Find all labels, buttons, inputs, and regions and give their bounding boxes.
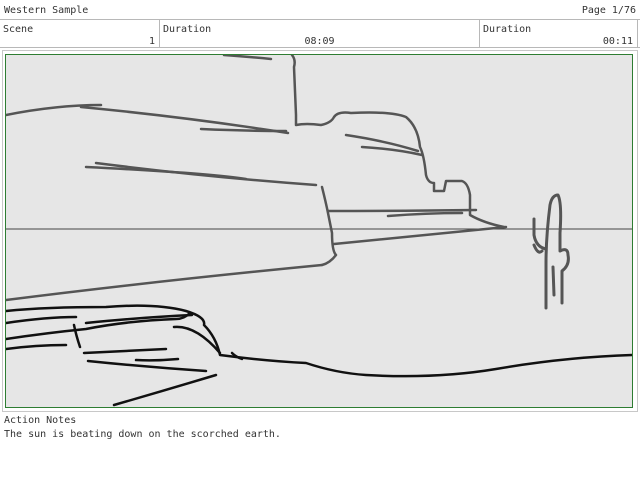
page-indicator: Page 1/76 (582, 5, 636, 16)
foreground-sketch (6, 304, 632, 407)
action-notes-label: Action Notes (4, 415, 77, 426)
storyboard-panel[interactable] (5, 54, 633, 408)
scene-cell: Scene 1 (0, 20, 160, 48)
panel-duration-cell: Duration 00:11 (480, 20, 638, 48)
action-notes-text[interactable]: The sun is beating down on the scorched … (4, 428, 281, 442)
project-title: Western Sample (4, 5, 89, 16)
duration-label: Duration (163, 24, 212, 35)
header-bar: Western Sample Page 1/76 (0, 0, 640, 20)
panel-meta-row: Scene 1 Duration 08:09 Duration 00:11 (0, 19, 640, 48)
action-notes: Action Notes The sun is beating down on … (4, 414, 281, 442)
panel-duration-value[interactable]: 00:11 (603, 36, 633, 47)
mesa-sketch (6, 55, 508, 302)
duration-value[interactable]: 08:09 (160, 36, 479, 47)
page-label: Page (581, 5, 606, 16)
duration-cell: Duration 08:09 (160, 20, 480, 48)
scene-label: Scene (3, 24, 34, 35)
panel-duration-label: Duration (483, 24, 532, 35)
page-value: 1/76 (611, 5, 636, 16)
scene-value[interactable]: 1 (149, 36, 155, 47)
cactus-sketch (532, 193, 570, 310)
sketch-drawing (6, 55, 632, 407)
